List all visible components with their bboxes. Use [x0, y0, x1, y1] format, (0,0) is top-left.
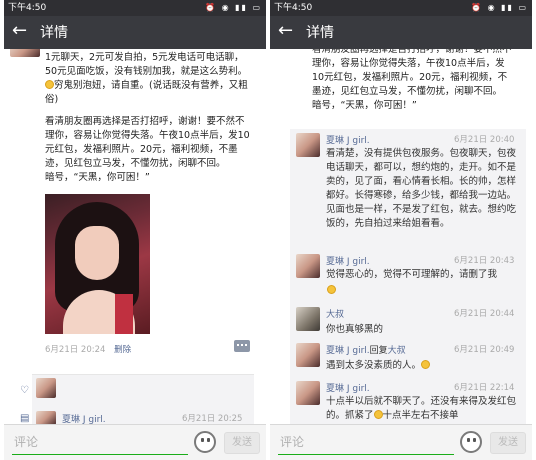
send-button[interactable]: 发送: [224, 432, 260, 454]
left-screenshot: 下午4:50 ⏰ ◉ ▮▮ ▭ ← 详情 1元聊天，2元可发自拍，5元发电话可电…: [4, 0, 266, 460]
comment-time: 6月21日 20:40: [454, 135, 515, 145]
reply-header: 夏琳 J girl.回复大叔: [326, 343, 406, 356]
moment-detail[interactable]: 1元聊天，2元可发自拍，5元发电话可电话聊，50元见面吃饭，没有钱别加我，就是这…: [4, 49, 266, 424]
commenter-name[interactable]: 大叔: [326, 307, 344, 320]
post-paragraph-3: 看清朋友圈再选择是否打招呼，谢谢！要不然不理你，容易让你觉得失落。午夜10点半后…: [45, 116, 250, 169]
delete-link[interactable]: 删除: [114, 345, 131, 355]
page-title: 详情: [40, 25, 68, 41]
commenter-name[interactable]: 夏琳 J girl.: [326, 133, 370, 146]
comment-text[interactable]: 你也真够黑的: [326, 323, 518, 337]
commenter-avatar[interactable]: [296, 381, 320, 405]
smile-emoji-icon: [373, 410, 383, 419]
comment-text-content: 遇到太多没素质的人。: [326, 360, 422, 371]
status-icons: ⏰ ◉ ▮▮ ▭: [205, 3, 262, 12]
comment-input[interactable]: 评论: [278, 431, 454, 455]
reply-word: 回复: [369, 346, 388, 356]
commenter-avatar[interactable]: [296, 133, 320, 157]
comment-text[interactable]: 觉得恶心的，觉得不可理解的，请删了我: [326, 268, 518, 282]
post-text: 1元聊天，2元可发自拍，5元发电话可电话聊，50元见面吃饭，没有钱别加我，就是这…: [45, 51, 253, 185]
smile-emoji-icon: [421, 360, 431, 369]
post-photo[interactable]: [45, 194, 150, 334]
comment-text[interactable]: 看清楚，没有提供包夜服务。包夜聊天，包夜电话聊天，都可以，想约炮的，走开。如不是…: [326, 147, 518, 231]
moment-detail[interactable]: 看清朋友圈再选择是否打招呼，谢谢！要不然不理你，容易让你觉得失落，午夜10点半后…: [270, 49, 532, 424]
comment-bar: 评论 发送: [4, 424, 266, 460]
commenter-name[interactable]: 夏琳 J girl.: [326, 381, 370, 394]
emoji-icon[interactable]: [460, 431, 482, 453]
comment-icon: ▤: [20, 413, 30, 424]
comment-action-icon[interactable]: [234, 340, 250, 352]
commenter-avatar[interactable]: [296, 343, 320, 367]
grin-emoji-icon: [327, 285, 336, 294]
comment-text[interactable]: 十点半以后就不聊天了。还没有来得及发红包的。抓紧了 十点半左右不接单: [326, 395, 518, 423]
commenter-name[interactable]: 夏琳 J girl.: [326, 346, 370, 356]
comment-bar: 评论 发送: [270, 424, 532, 460]
status-time: 下午4:50: [274, 3, 313, 13]
right-screenshot: 下午4:50 ⏰ ◉ ▮▮ ▭ ← 详情 看清朋友圈再选择是否打招呼，谢谢！要不…: [270, 0, 532, 460]
post-time: 6月21日 20:24: [45, 345, 106, 355]
liker-avatar[interactable]: [36, 378, 56, 398]
post-meta: 6月21日 20:24 删除: [45, 343, 131, 355]
status-time: 下午4:50: [8, 3, 47, 13]
post-paragraph-2-text: 穷鬼别泡妞，请自重。(说话既没有营养，又粗俗): [45, 80, 248, 105]
title-bar: ← 详情: [270, 16, 532, 49]
dot-icon: [245, 344, 247, 346]
comment-time: 6月21日 20:49: [454, 345, 515, 355]
photo-strap: [115, 294, 133, 334]
page-title: 详情: [306, 25, 334, 41]
comment-time: 6月21日 20:43: [454, 256, 515, 266]
dot-icon: [241, 344, 243, 346]
post-text: 看清朋友圈再选择是否打招呼，谢谢！要不然不理你，容易让你觉得失落，午夜10点半后…: [312, 49, 516, 113]
likes-comments-block: ♡ ▤ 夏琳 J girl. 6月21日 20:25: [20, 374, 254, 424]
commenter-avatar[interactable]: [296, 254, 320, 278]
comment-text[interactable]: 遇到太多没素质的人。: [326, 359, 518, 373]
dot-icon: [237, 344, 239, 346]
status-bar: 下午4:50 ⏰ ◉ ▮▮ ▭: [4, 0, 266, 16]
send-button[interactable]: 发送: [490, 432, 526, 454]
arrow-left-icon[interactable]: ←: [278, 19, 293, 43]
post-paragraph-3: 看清朋友圈再选择是否打招呼，谢谢！要不然不理你，容易让你觉得失落，午夜10点半后…: [312, 49, 512, 97]
commenter-avatar[interactable]: [36, 411, 56, 424]
commenter-name[interactable]: 夏琳 J girl.: [326, 254, 370, 267]
post-paragraph-4: 暗号，“天黑，你可困！”: [312, 100, 417, 111]
arrow-left-icon[interactable]: ←: [12, 19, 27, 43]
comments-block: 夏琳 J girl. 6月21日 20:40 看清楚，没有提供包夜服务。包夜聊天…: [290, 129, 526, 424]
post-paragraph-1: 1元聊天，2元可发自拍，5元发电话可电话聊，50元见面吃饭，没有钱别加我，就是这…: [45, 52, 248, 77]
comment-time: 6月21日 22:14: [454, 383, 515, 393]
post-paragraph-2: 穷鬼别泡妞，请自重。(说话既没有营养，又粗俗): [45, 79, 253, 107]
reply-to-name[interactable]: 大叔: [388, 346, 406, 356]
post-paragraph-4: 暗号，“天黑，你可困！”: [45, 172, 150, 183]
comment-time: 6月21日 20:25: [182, 414, 243, 424]
comment-text-after: 十点半左右不接单: [382, 410, 459, 421]
comment-time: 6月21日 20:44: [454, 309, 515, 319]
emoji-icon[interactable]: [194, 431, 216, 453]
commenter-name[interactable]: 夏琳 J girl.: [62, 412, 106, 424]
commenter-avatar[interactable]: [296, 307, 320, 331]
avatar[interactable]: [10, 49, 40, 57]
smile-emoji-icon: [45, 80, 54, 89]
heart-icon: ♡: [20, 385, 29, 396]
status-bar: 下午4:50 ⏰ ◉ ▮▮ ▭: [270, 0, 532, 16]
title-bar: ← 详情: [4, 16, 266, 49]
status-icons: ⏰ ◉ ▮▮ ▭: [471, 3, 528, 12]
comment-input[interactable]: 评论: [12, 431, 188, 455]
photo-face: [75, 226, 119, 280]
